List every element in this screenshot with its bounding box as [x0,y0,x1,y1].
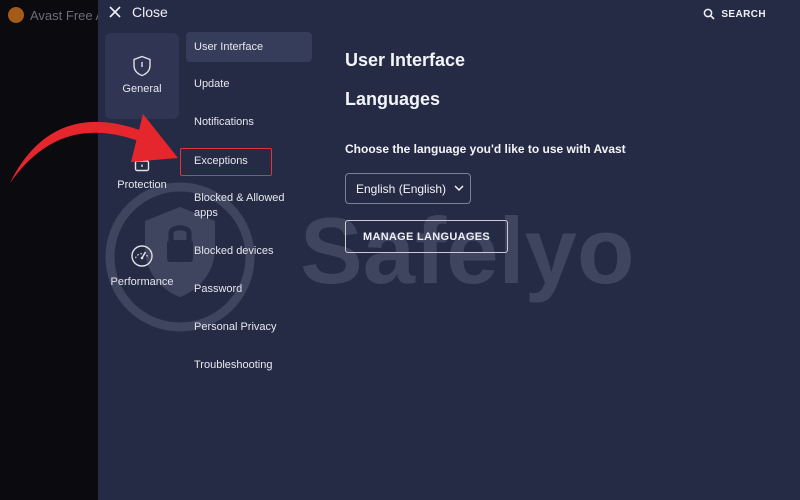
category-general[interactable]: General [105,33,179,119]
search-button[interactable]: SEARCH [703,8,766,20]
category-protection-label: Protection [117,179,167,191]
search-icon [704,8,715,20]
page-title: User Interface [345,50,466,70]
background-app-window: Avast Free A [0,0,98,500]
section-title-languages: Languages [345,89,441,109]
settings-panel: Close SEARCH General Protection Performa… [98,0,800,500]
submenu-personal-privacy[interactable]: Personal Privacy [186,320,312,335]
submenu-blocked-allowed-apps[interactable]: Blocked & Allowed apps [186,191,312,221]
speedometer-icon [131,245,153,267]
category-performance-label: Performance [110,276,174,288]
background-app-title-text: Avast Free A [30,7,98,23]
submenu-password[interactable]: Password [186,282,312,297]
language-prompt: Choose the language you'd like to use wi… [345,142,626,156]
chevron-down-icon [454,185,464,192]
manage-languages-button[interactable]: MANAGE LANGUAGES [345,220,508,253]
close-button[interactable]: Close [108,4,168,20]
category-performance[interactable]: Performance [98,238,186,324]
submenu-blocked-devices[interactable]: Blocked devices [186,244,312,259]
search-label: SEARCH [721,8,766,20]
submenu-user-interface[interactable]: User Interface [186,32,312,62]
avast-logo-icon [8,7,24,23]
lock-icon [134,153,150,172]
language-select-value: English (English) [356,181,447,196]
background-app-title: Avast Free A [8,5,98,25]
submenu-notifications[interactable]: Notifications [186,115,312,130]
category-general-label: General [122,83,162,95]
submenu-update[interactable]: Update [186,77,312,92]
submenu-troubleshooting[interactable]: Troubleshooting [186,358,312,373]
close-icon [109,6,121,18]
submenu-exceptions[interactable]: Exceptions [180,148,272,176]
shield-icon [133,55,151,77]
language-select[interactable]: English (English) [345,173,471,204]
close-label: Close [132,4,168,20]
category-protection[interactable]: Protection [105,140,179,226]
